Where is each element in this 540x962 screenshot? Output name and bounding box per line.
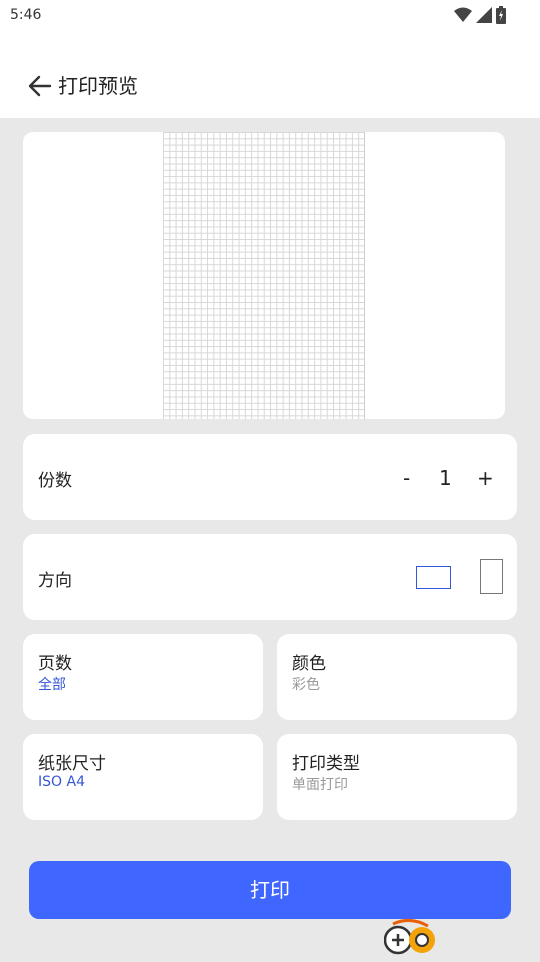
orientation-label: 方向: [38, 571, 72, 591]
copies-label: 份数: [38, 471, 72, 491]
print-preview: [23, 132, 505, 419]
paper-size-label: 纸张尺寸: [38, 754, 106, 774]
print-button[interactable]: 打印: [29, 861, 511, 919]
landscape-icon[interactable]: [416, 566, 451, 589]
arrow-left-icon: [28, 75, 52, 97]
copies-row: 份数 - 1 +: [23, 434, 517, 520]
portrait-icon[interactable]: [480, 559, 503, 594]
orientation-row: 方向: [23, 534, 517, 620]
app-bar: 5:46 打印预览: [0, 0, 540, 118]
page-title: 打印预览: [58, 74, 138, 98]
print-type-label: 打印类型: [292, 754, 360, 774]
print-type-option[interactable]: 打印类型 单面打印: [277, 734, 517, 820]
print-type-value: 单面打印: [292, 777, 348, 793]
signal-icon: [476, 7, 492, 27]
paper-size-value: ISO A4: [38, 774, 85, 790]
back-button[interactable]: [26, 72, 54, 100]
paper-size-option[interactable]: 纸张尺寸 ISO A4: [23, 734, 263, 820]
watermark-logo: [383, 918, 534, 958]
increment-button[interactable]: +: [477, 466, 494, 490]
battery-icon: [496, 6, 506, 28]
copies-count: 1: [439, 466, 452, 490]
status-time: 5:46: [10, 7, 42, 23]
status-icons: [454, 6, 506, 28]
wifi-icon: [454, 7, 472, 27]
pages-option[interactable]: 页数 全部: [23, 634, 263, 720]
preview-page: [163, 132, 365, 419]
pages-value: 全部: [38, 677, 66, 693]
pages-label: 页数: [38, 654, 72, 674]
color-value: 彩色: [292, 677, 320, 693]
decrement-button[interactable]: -: [403, 466, 410, 490]
color-option[interactable]: 颜色 彩色: [277, 634, 517, 720]
color-label: 颜色: [292, 654, 326, 674]
